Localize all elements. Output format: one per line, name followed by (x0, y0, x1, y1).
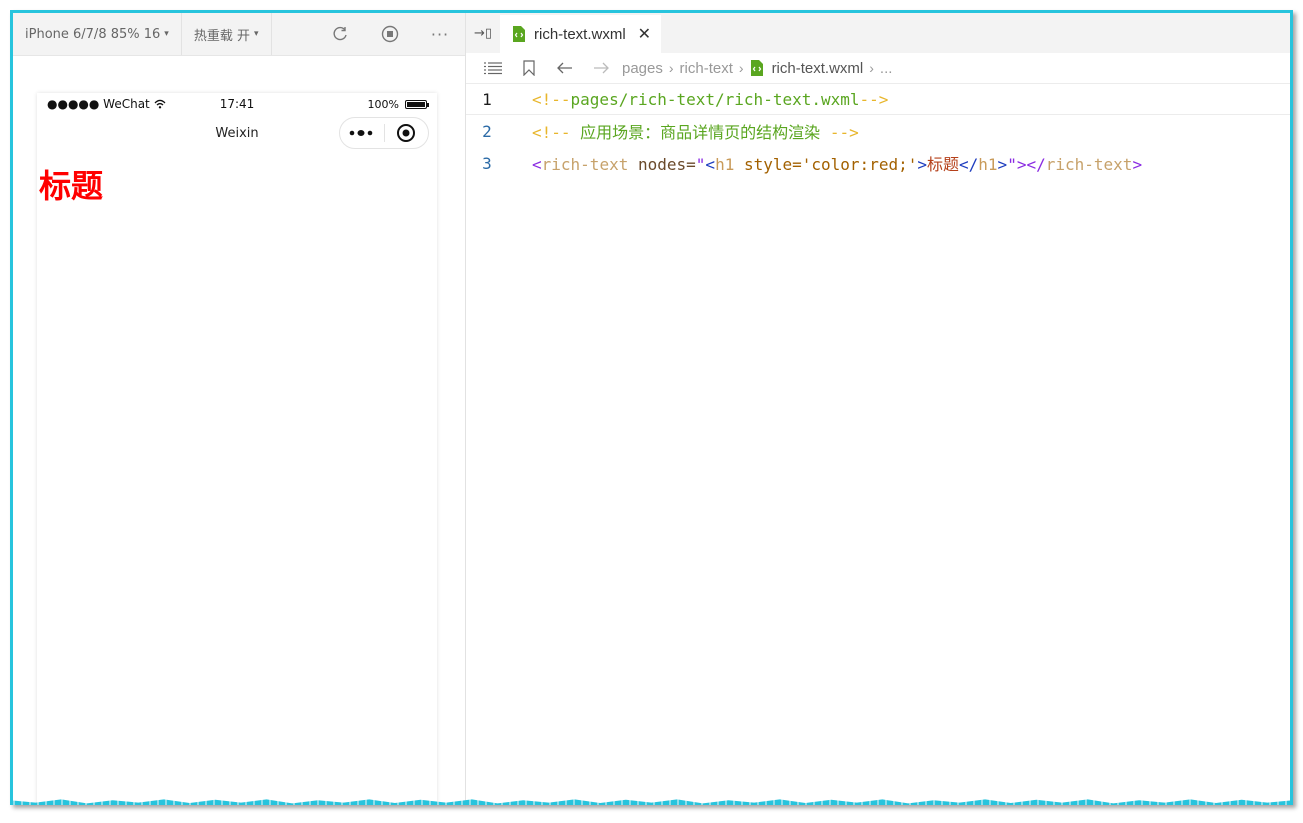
simulator-toolbar: iPhone 6/7/8 85% 16 ▾ 热重载 开 ▾ ··· (13, 13, 465, 56)
breadcrumb-ellipsis[interactable]: ... (880, 60, 893, 77)
phone-screen: ●●●●● WeChat 17:41 100% Weixin 标题 (37, 93, 437, 805)
stop-icon[interactable] (365, 13, 415, 55)
navigation-bar: Weixin (37, 115, 437, 151)
breadcrumb-file[interactable]: rich-text.wxml (750, 59, 864, 77)
target-close-icon (397, 124, 416, 142)
breadcrumb: pages › rich-text › rich-text.wxml › ... (466, 53, 1290, 83)
forward-arrow-icon[interactable] (586, 62, 616, 74)
code-text: <rich-text nodes="<h1 style='color:red;'… (532, 155, 1143, 174)
status-battery: 100% (367, 97, 429, 111)
close-icon[interactable]: ✕ (638, 24, 651, 44)
code-text: <!-- 应用场景：商品详情页的结构渲染 --> (532, 123, 859, 142)
code-text: <!--pages/rich-text/rich-text.wxml--> (532, 89, 889, 109)
simulator-panel: iPhone 6/7/8 85% 16 ▾ 热重载 开 ▾ ··· ●●●●● … (13, 13, 466, 805)
chevron-down-icon: ▾ (164, 29, 169, 39)
collapse-sidebar-icon[interactable]: →▯ (466, 13, 500, 53)
device-label: iPhone 6/7/8 85% 16 (25, 26, 161, 42)
more-icon[interactable]: ··· (415, 13, 465, 55)
line-number: 1 (482, 89, 492, 109)
bookmark-icon[interactable] (514, 60, 544, 76)
breadcrumb-pages[interactable]: pages (622, 60, 663, 77)
hot-reload-toggle[interactable]: 热重载 开 ▾ (182, 13, 272, 55)
chevron-down-icon: ▾ (253, 29, 259, 39)
tab-label: rich-text.wxml (534, 25, 626, 43)
capsule-menu (339, 117, 429, 149)
hot-reload-label: 热重载 开 (193, 28, 250, 44)
line-number: 2 (482, 121, 492, 141)
chevron-right-icon: › (869, 60, 874, 76)
tab-rich-text-wxml[interactable]: rich-text.wxml ✕ (500, 15, 662, 53)
nav-title: Weixin (215, 125, 259, 141)
wxml-file-icon (513, 26, 525, 42)
more-dots-icon (349, 130, 373, 136)
capsule-close-button[interactable] (385, 118, 429, 148)
code-editor: →▯ rich-text.wxml ✕ pages › rich-text › … (466, 13, 1290, 805)
code-line[interactable]: 3 <rich-text nodes="<h1 style='color:red… (466, 147, 1290, 179)
breadcrumb-file-label: rich-text.wxml (771, 59, 864, 77)
outline-list-icon[interactable] (478, 61, 508, 75)
app-window: iPhone 6/7/8 85% 16 ▾ 热重载 开 ▾ ··· ●●●●● … (10, 10, 1293, 805)
code-line[interactable]: 1 <!--pages/rich-text/rich-text.wxml--> (466, 83, 1290, 115)
code-area[interactable]: 1 <!--pages/rich-text/rich-text.wxml--> … (466, 83, 1290, 179)
chevron-right-icon: › (738, 60, 744, 76)
rich-text-heading: 标题 (39, 167, 104, 205)
line-number: 3 (482, 153, 492, 173)
editor-tab-bar: →▯ rich-text.wxml ✕ (466, 13, 1290, 53)
device-select[interactable]: iPhone 6/7/8 85% 16 ▾ (13, 13, 182, 55)
status-bar: ●●●●● WeChat 17:41 100% (37, 93, 437, 115)
wxml-file-icon (750, 60, 763, 76)
breadcrumb-rich-text[interactable]: rich-text (680, 60, 733, 77)
code-line[interactable]: 2 <!-- 应用场景：商品详情页的结构渲染 --> (466, 115, 1290, 147)
back-arrow-icon[interactable] (550, 62, 580, 74)
simulator-actions: ··· (315, 13, 465, 55)
capsule-more-button[interactable] (340, 118, 384, 148)
battery-icon (405, 99, 429, 109)
refresh-icon[interactable] (315, 13, 365, 55)
chevron-right-icon: › (668, 60, 674, 76)
battery-percent: 100% (367, 97, 399, 111)
